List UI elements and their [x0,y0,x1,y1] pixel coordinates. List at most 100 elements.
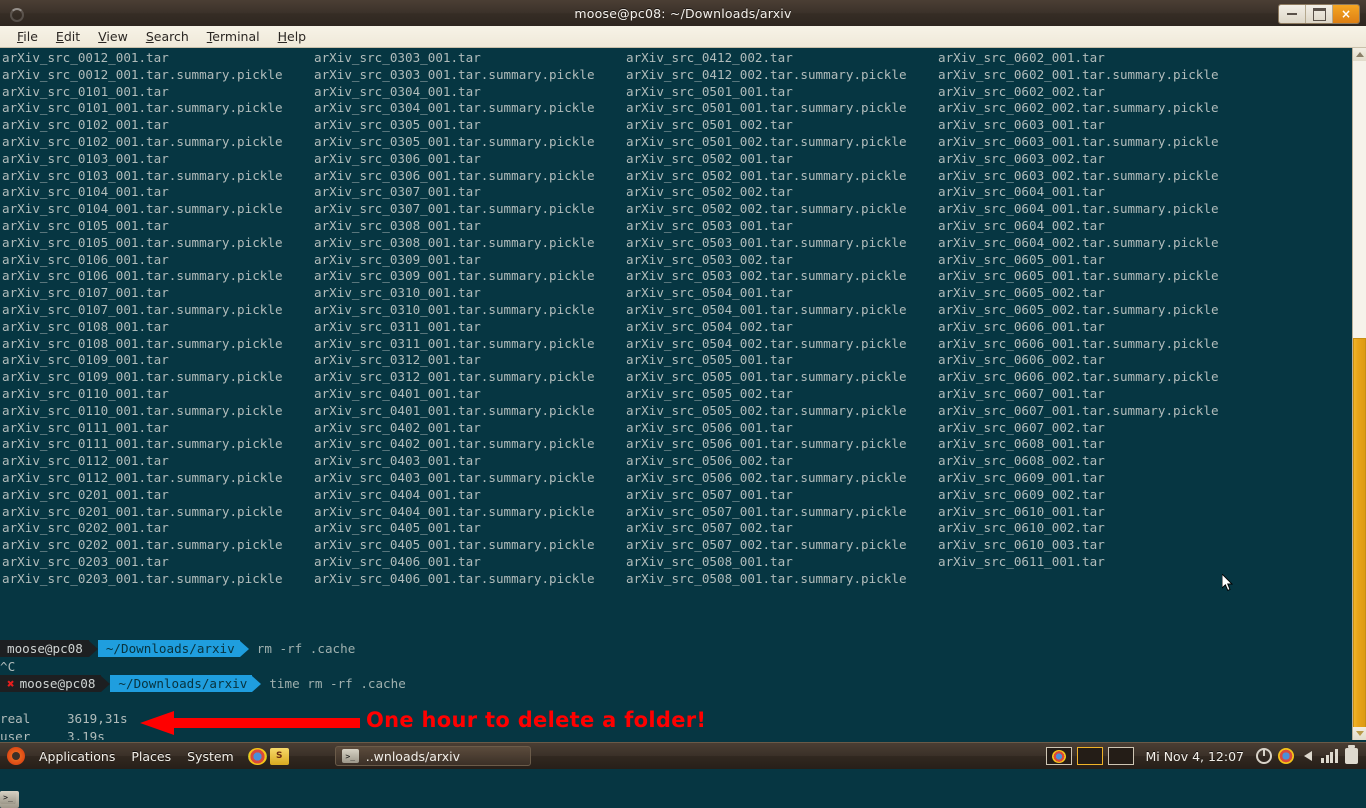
file-listing: arXiv_src_0012_001.tar arXiv_src_0303_001… [2,50,1250,588]
menu-view-label: iew [106,29,128,44]
menu-search[interactable]: Search [137,27,198,46]
file-listing-row: arXiv_src_0101_001.tar arXiv_src_0304_001… [2,84,1250,101]
ubuntu-logo-icon[interactable] [7,747,25,765]
menu-help[interactable]: Help [269,27,316,46]
file-name: arXiv_src_0110_001.tar.summary.pickle [2,402,283,418]
file-name: arXiv_src_0308_001.tar.summary.pickle [314,234,595,250]
annotation-text: One hour to delete a folder! [366,708,707,732]
quick-launch: >_ S [0,747,289,808]
file-listing-row: arXiv_src_0108_001.tar.summary.pickle arX… [2,336,1250,353]
prompt-path-1: ~/Downloads/arxiv [97,640,240,658]
desktop: moose@pc08: ~/Downloads/arxiv × File Edi… [0,0,1366,808]
file-listing-row: arXiv_src_0112_001.tar.summary.pickle arX… [2,470,1250,487]
maximize-button[interactable] [1306,5,1333,23]
file-name: arXiv_src_0304_001.tar [314,83,481,99]
close-button[interactable]: × [1333,5,1359,23]
file-name: arXiv_src_0305_001.tar [314,117,481,133]
menu-file[interactable]: File [8,27,47,46]
file-name: arXiv_src_0606_001.tar.summary.pickle [938,335,1219,351]
file-name: arXiv_src_0603_002.tar.summary.pickle [938,167,1219,183]
file-name: arXiv_src_0307_001.tar.summary.pickle [314,201,595,217]
file-listing-row: arXiv_src_0108_001.tar arXiv_src_0311_001… [2,319,1250,336]
file-name: arXiv_src_0508_001.tar [626,553,793,569]
file-listing-row: arXiv_src_0106_001.tar.summary.pickle arX… [2,268,1250,285]
taskbar-window-title: ..wnloads/arxiv [365,748,460,764]
menu-terminal[interactable]: Terminal [198,27,269,46]
terminal-output[interactable]: arXiv_src_0012_001.tar arXiv_src_0303_001… [0,48,1352,740]
file-name: arXiv_src_0111_001.tar.summary.pickle [2,436,283,452]
workspace-3[interactable] [1108,747,1135,765]
file-name: arXiv_src_0505_002.tar [626,385,793,401]
window-titlebar[interactable]: moose@pc08: ~/Downloads/arxiv × [0,0,1366,27]
file-name: arXiv_src_0603_002.tar [938,150,1105,166]
terminal-icon: >_ [341,749,359,763]
file-name: arXiv_src_0602_001.tar.summary.pickle [938,66,1219,82]
terminal-scrollbar[interactable] [1352,48,1366,740]
file-listing-row: arXiv_src_0201_001.tar arXiv_src_0404_001… [2,487,1250,504]
workspace-2[interactable]: >_ [0,747,1104,804]
file-name: arXiv_src_0203_001.tar [2,553,169,569]
file-listing-row: arXiv_src_0203_001.tar arXiv_src_0406_001… [2,554,1250,571]
scrollbar-thumb[interactable] [1353,338,1366,730]
file-listing-row: arXiv_src_0107_001.tar.summary.pickle arX… [2,302,1250,319]
taskbar-menu-applications[interactable]: Applications [31,749,123,764]
file-name: arXiv_src_0405_001.tar.summary.pickle [314,537,595,553]
file-name: arXiv_src_0101_001.tar.summary.pickle [2,100,283,116]
interrupt-line: ^C [0,658,16,674]
file-name: arXiv_src_0012_001.tar.summary.pickle [2,66,283,82]
prompt-user-2: ✖ moose@pc08 [0,675,102,693]
file-name: arXiv_src_0602_001.tar [938,50,1105,65]
file-name: arXiv_src_0501_002.tar.summary.pickle [626,133,907,149]
file-name: arXiv_src_0403_001.tar [314,453,481,469]
file-name: arXiv_src_0610_003.tar [938,537,1105,553]
taskbar-menu-places[interactable]: Places [123,749,179,764]
chevron-down-icon [1355,731,1364,736]
file-name: arXiv_src_0610_001.tar [938,503,1105,519]
power-icon[interactable] [1255,748,1272,765]
file-name: arXiv_src_0504_001.tar [626,285,793,301]
menu-view[interactable]: View [89,27,137,46]
file-name: arXiv_src_0605_001.tar.summary.pickle [938,268,1219,284]
file-listing-row: arXiv_src_0103_001.tar.summary.pickle arX… [2,168,1250,185]
file-name: arXiv_src_0506_001.tar [626,419,793,435]
scrollbar-up-button[interactable] [1353,48,1366,61]
volume-icon[interactable] [1299,748,1316,765]
file-name: arXiv_src_0307_001.tar [314,184,481,200]
file-name: arXiv_src_0303_001.tar.summary.pickle [314,66,595,82]
menu-file-label: ile [23,29,38,44]
file-name: arXiv_src_0303_001.tar [314,50,481,65]
file-name: arXiv_src_0105_001.tar [2,217,169,233]
file-name: arXiv_src_0202_001.tar.summary.pickle [2,537,283,553]
taskbar-menu-system[interactable]: System [179,749,242,764]
minimize-button[interactable] [1279,5,1306,23]
file-name: arXiv_src_0109_001.tar [2,352,169,368]
window-controls: × [1278,4,1360,24]
scrollbar-down-button[interactable] [1353,727,1366,740]
file-name: arXiv_src_0609_002.tar [938,486,1105,502]
file-name: arXiv_src_0103_001.tar.summary.pickle [2,167,283,183]
annotation-arrow-icon [140,711,360,735]
signal-icon[interactable] [1321,748,1338,765]
file-name: arXiv_src_0312_001.tar [314,352,481,368]
quick-launch-chrome-icon[interactable] [247,747,267,765]
file-name: arXiv_src_0102_001.tar [2,117,169,133]
file-name: arXiv_src_0609_001.tar [938,469,1105,485]
file-listing-row: arXiv_src_0104_001.tar arXiv_src_0307_001… [2,184,1250,201]
file-name: arXiv_src_0405_001.tar [314,520,481,536]
file-name: arXiv_src_0503_002.tar [626,251,793,267]
clock[interactable]: Mi Nov 4, 12:07 [1139,749,1250,764]
taskbar: Applications Places System >_ S >_ ..wnl… [0,742,1366,808]
file-name: arXiv_src_0104_001.tar [2,184,169,200]
workspace-1[interactable] [1046,747,1073,765]
file-name: arXiv_src_0202_001.tar [2,520,169,536]
file-name: arXiv_src_0106_001.tar.summary.pickle [2,268,283,284]
prompt-line-2: ✖ moose@pc08 ~/Downloads/arxiv time rm -r… [0,675,1352,693]
file-name: arXiv_src_0401_001.tar.summary.pickle [314,402,595,418]
file-name: arXiv_src_0503_001.tar.summary.pickle [626,234,907,250]
file-name: arXiv_src_0108_001.tar [2,318,169,334]
menu-edit[interactable]: Edit [47,27,89,46]
taskbar-window-button[interactable]: >_ ..wnloads/arxiv [334,746,531,766]
battery-icon[interactable] [1343,745,1360,765]
tray-chrome-icon[interactable] [1277,748,1294,765]
quick-launch-skype-icon[interactable]: S [269,747,289,765]
